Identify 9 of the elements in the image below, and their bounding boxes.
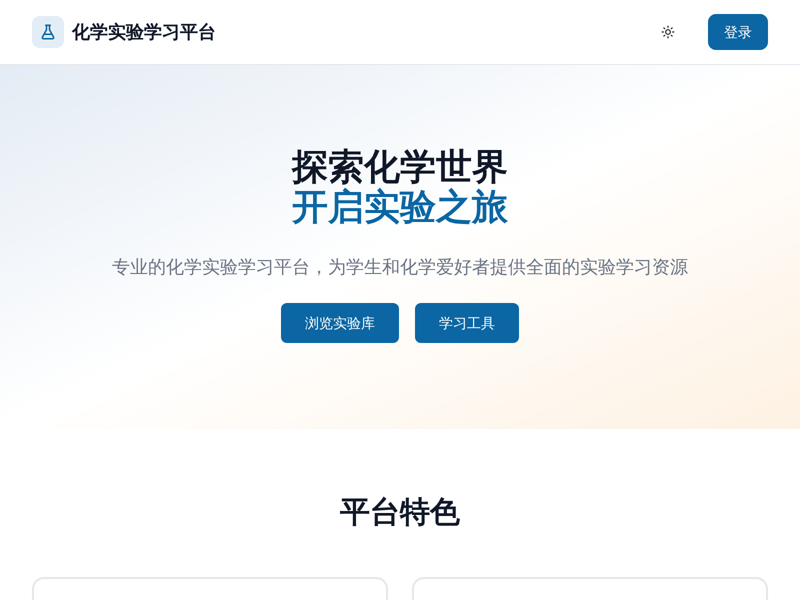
login-button[interactable]: 登录: [708, 14, 768, 50]
flask-icon: [32, 16, 64, 48]
site-title[interactable]: 化学实验学习平台: [72, 18, 216, 46]
hero-button[interactable]: 学习工具: [415, 303, 519, 343]
hero-title: 探索化学世界: [292, 147, 508, 187]
hero-button[interactable]: 浏览实验库: [281, 303, 399, 343]
hero-title-accent: 开启实验之旅: [292, 187, 508, 227]
hero-subtitle: 专业的化学实验学习平台，为学生和化学爱好者提供全面的实验学习资源: [112, 256, 688, 279]
section-title: 平台特色: [340, 495, 460, 531]
